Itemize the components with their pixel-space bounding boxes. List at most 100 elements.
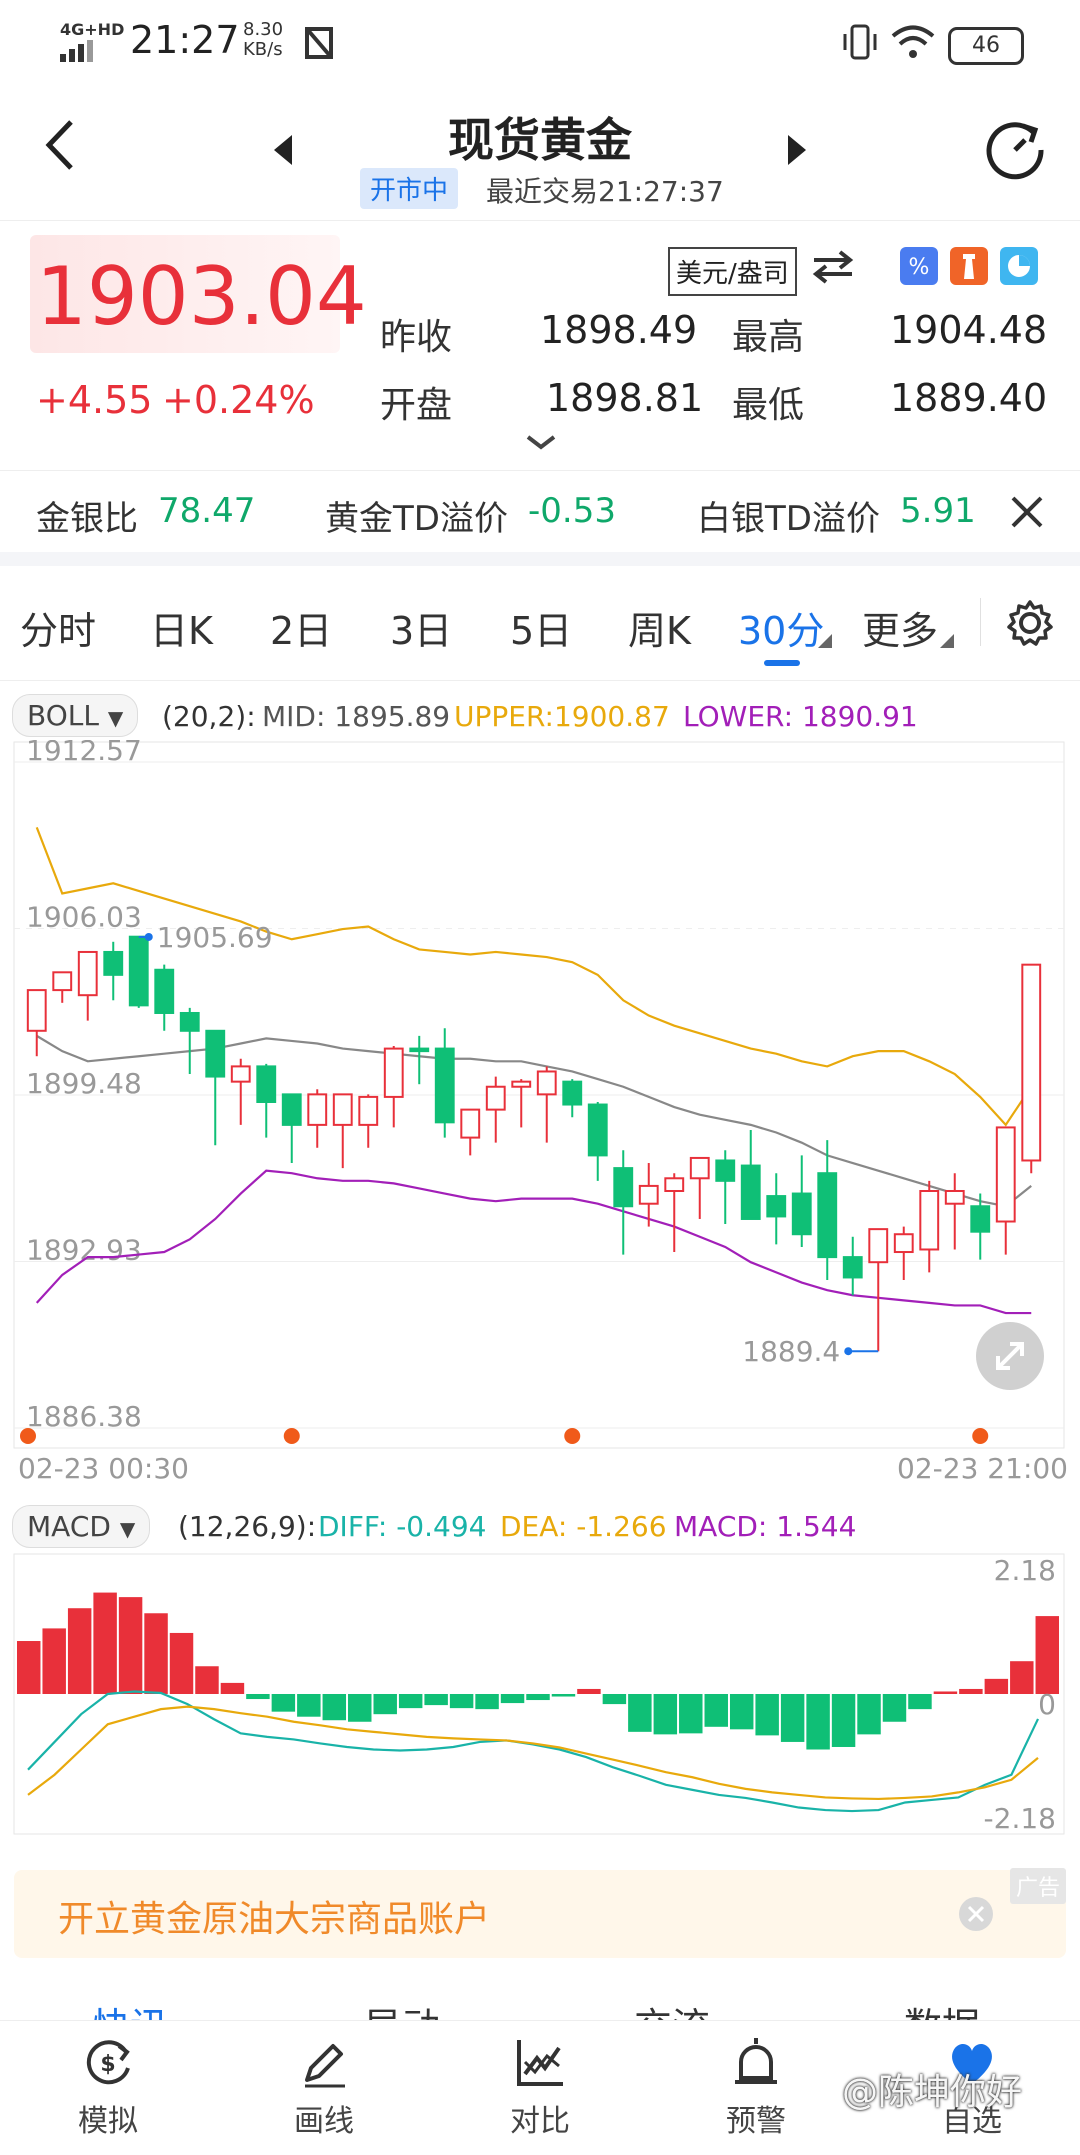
- market-status-badge: 开市中: [360, 168, 459, 209]
- candlestick-chart[interactable]: 1912.57 1906.03 1899.48 1892.93 1886.38 1905.…: [0, 740, 1080, 1480]
- macd-bar: [424, 1694, 448, 1706]
- net-speed-value: 8.30: [243, 19, 284, 40]
- tab-3day[interactable]: 3日: [390, 600, 452, 655]
- macd-bar: [653, 1694, 678, 1735]
- event-dot: [972, 1428, 989, 1444]
- macd-chart[interactable]: 2.18 0 -2.18: [0, 1552, 1080, 1842]
- compare-label: 对比: [510, 2104, 570, 2139]
- candle: [919, 1189, 940, 1251]
- ad-close-icon[interactable]: [958, 1896, 994, 1932]
- candle: [256, 1065, 277, 1103]
- prev-symbol-button[interactable]: [268, 130, 298, 170]
- candle: [52, 971, 73, 992]
- silver-td-premium-label: 白银TD溢价: [697, 499, 880, 539]
- expand-arrows-icon: [996, 1342, 1024, 1370]
- tab-movement[interactable]: 异动: [364, 1996, 440, 2020]
- silver-td-premium-value: 5.91: [900, 491, 976, 531]
- candle: [77, 950, 98, 997]
- tab-weekly[interactable]: 周K: [628, 600, 691, 655]
- compare-button[interactable]: 对比: [432, 2021, 648, 2155]
- refresh-button[interactable]: [980, 115, 1050, 185]
- alert-label: 预警: [726, 2104, 786, 2139]
- macd-selector[interactable]: MACD ▼: [12, 1505, 151, 1548]
- macd-bar: [1035, 1616, 1059, 1694]
- macd-bar: [500, 1694, 525, 1704]
- boll-selector[interactable]: BOLL ▼: [12, 694, 139, 737]
- unit-selector[interactable]: 美元/盎司: [668, 247, 797, 296]
- net-speed: 8.30 KB/s: [243, 20, 283, 60]
- status-bar: 4G+HD 21:27 8.30 KB/s 46: [0, 0, 1080, 90]
- news-tabs: 快讯 异动 交流 数据: [0, 1990, 1080, 2020]
- open-value: 1898.81: [546, 376, 704, 420]
- prev-close-value: 1898.49: [540, 308, 698, 352]
- candle: [434, 1047, 455, 1124]
- macd-bar: [1010, 1661, 1034, 1694]
- triangle-right-icon: [788, 135, 806, 165]
- dropdown-corner-icon: [940, 634, 954, 648]
- boll-mid-line: [36, 1034, 1032, 1208]
- macd-bar: [551, 1694, 576, 1697]
- candle: [970, 1205, 991, 1233]
- candle: [587, 1103, 608, 1157]
- candle: [638, 1184, 659, 1205]
- macd-bar: [118, 1597, 143, 1694]
- tab-intraday[interactable]: 分时: [20, 600, 96, 655]
- fullscreen-button[interactable]: [976, 1322, 1044, 1390]
- calculator-icon[interactable]: %: [900, 247, 938, 285]
- tab-flash-news[interactable]: 快讯: [92, 1996, 168, 2020]
- x-axis-end-label: 02-23 21:00: [897, 1452, 1068, 1480]
- ad-banner[interactable]: 开立黄金原油大宗商品账户 广告: [14, 1868, 1066, 1958]
- candle: [485, 1085, 506, 1111]
- gold-silver-ratio-label: 金银比: [36, 499, 138, 539]
- tab-data[interactable]: 数据: [904, 1996, 980, 2020]
- candle: [358, 1095, 379, 1126]
- candle: [103, 950, 124, 976]
- draw-line-button[interactable]: 画线: [216, 2021, 432, 2155]
- candle: [740, 1164, 761, 1220]
- low-value: 1889.40: [890, 376, 1048, 420]
- macd-top-label: 2.18: [994, 1554, 1056, 1587]
- watermark: @陈坤你好: [842, 2072, 1023, 2113]
- macd-bar: [984, 1678, 1009, 1694]
- lighthouse-icon[interactable]: [950, 247, 988, 285]
- svg-text:$: $: [100, 2052, 115, 2077]
- candle: [664, 1177, 685, 1192]
- alert-button[interactable]: 预警: [648, 2021, 864, 2155]
- tab-5day[interactable]: 5日: [510, 600, 572, 655]
- back-arrow-icon: [45, 120, 73, 170]
- candle: [562, 1080, 583, 1106]
- gold-td-premium-label: 黄金TD溢价: [325, 499, 508, 539]
- close-icon[interactable]: [1010, 495, 1044, 529]
- low-label: 最低: [732, 385, 805, 426]
- candle: [842, 1256, 863, 1279]
- tab-2day[interactable]: 2日: [270, 600, 332, 655]
- refresh-icon: [986, 122, 1044, 180]
- candle: [205, 1029, 226, 1078]
- tab-more[interactable]: 更多: [862, 600, 938, 655]
- ad-text: 开立黄金原油大宗商品账户: [58, 1899, 491, 1940]
- simulate-button[interactable]: $ 模拟: [0, 2021, 216, 2155]
- pie-chart-icon[interactable]: [1000, 247, 1038, 285]
- tab-discussion[interactable]: 交流: [634, 1996, 710, 2020]
- swap-icon[interactable]: [812, 250, 854, 284]
- min-price-label: 1889.4: [742, 1335, 840, 1368]
- candle: [613, 1167, 634, 1208]
- next-symbol-button[interactable]: [782, 130, 812, 170]
- open-label: 开盘: [380, 385, 453, 426]
- candle: [511, 1080, 532, 1088]
- alarm-icon: [735, 2038, 777, 2084]
- signal-icon: [60, 40, 93, 62]
- candle: [179, 1011, 200, 1032]
- dropdown-arrow-icon: ▼: [107, 706, 124, 730]
- settings-gear-icon[interactable]: [1005, 598, 1055, 648]
- ad-tag: 广告: [1010, 1868, 1066, 1904]
- tab-30min[interactable]: 30分: [738, 600, 824, 655]
- back-button[interactable]: [30, 110, 90, 180]
- simulate-label: 模拟: [78, 2104, 138, 2139]
- price-change: +4.55: [36, 378, 153, 422]
- tab-daily[interactable]: 日K: [150, 600, 213, 655]
- macd-bar: [373, 1694, 397, 1715]
- macd-bar: [169, 1632, 194, 1694]
- macd-bar: [729, 1694, 754, 1730]
- expand-chevron-icon[interactable]: [526, 435, 556, 451]
